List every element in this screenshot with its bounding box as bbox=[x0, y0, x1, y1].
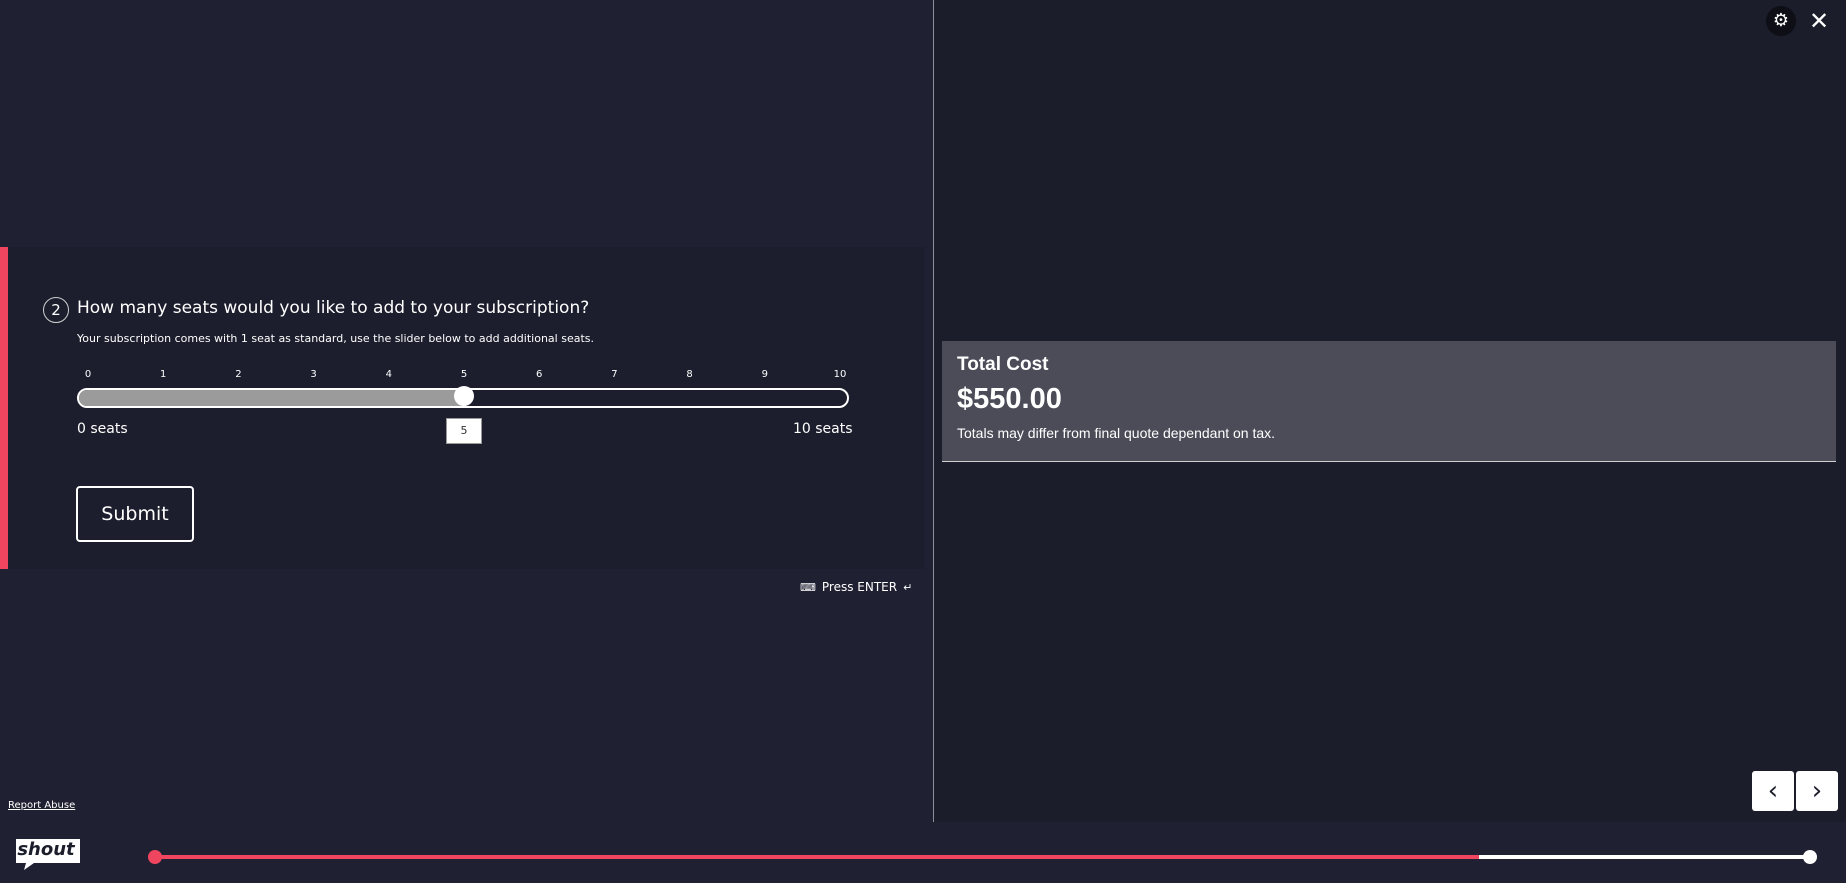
slider-tick-label: 10 bbox=[833, 369, 847, 380]
footer-bar: shout bbox=[0, 821, 1846, 883]
slider-tick-label: 0 bbox=[84, 369, 92, 380]
gear-icon: ⚙ bbox=[1772, 10, 1790, 31]
settings-button[interactable]: ⚙ bbox=[1766, 6, 1796, 36]
report-abuse-link[interactable]: Report Abuse bbox=[8, 800, 75, 811]
submit-button[interactable]: Submit bbox=[76, 486, 194, 542]
slider-tick-label: 4 bbox=[385, 369, 392, 380]
progress-track bbox=[155, 855, 1810, 859]
question-description: Your subscription comes with 1 seat as s… bbox=[77, 332, 594, 345]
total-cost-card: Total Cost $550.00 Totals may differ fro… bbox=[942, 341, 1836, 462]
total-cost-note: Totals may differ from final quote depen… bbox=[957, 425, 1276, 441]
slider-tick-label: 9 bbox=[761, 369, 768, 380]
seats-slider-thumb[interactable] bbox=[454, 386, 474, 406]
chevron-left-icon: ‹ bbox=[1767, 776, 1779, 806]
slider-tick-label: 5 bbox=[460, 369, 468, 380]
keyboard-icon: ⌨ bbox=[800, 580, 816, 594]
slider-tick-label: 8 bbox=[686, 369, 693, 380]
chevron-right-icon: › bbox=[1811, 776, 1823, 806]
previous-question-button[interactable]: ‹ bbox=[1752, 771, 1794, 811]
slider-tick-label: 2 bbox=[235, 369, 242, 380]
next-question-button[interactable]: › bbox=[1796, 771, 1838, 811]
total-cost-title: Total Cost bbox=[957, 354, 1049, 375]
slider-tick-label: 3 bbox=[310, 369, 317, 380]
progress-end-dot bbox=[1803, 850, 1817, 864]
slider-tick-label: 7 bbox=[611, 369, 618, 380]
progress-start-dot bbox=[148, 850, 162, 864]
slider-value-box: 5 bbox=[446, 418, 482, 444]
slider-max-label: 10 seats bbox=[793, 421, 853, 437]
close-icon: ✕ bbox=[1808, 7, 1830, 35]
progress-fill bbox=[155, 855, 1479, 859]
logo-text: shout bbox=[17, 839, 75, 860]
question-number: 2 bbox=[43, 297, 69, 323]
press-enter-label: Press ENTER bbox=[821, 580, 898, 594]
slider-min-label: 0 seats bbox=[77, 421, 128, 437]
seats-slider-fill bbox=[79, 390, 466, 406]
slider-tick-label: 1 bbox=[160, 369, 167, 380]
slider-tick-labels: 0 1 2 3 4 5 6 7 8 9 10 bbox=[78, 369, 848, 383]
slider-tick-label: 6 bbox=[536, 369, 543, 380]
close-button[interactable]: ✕ bbox=[1804, 6, 1834, 36]
question-pane: 2 How many seats would you like to add t… bbox=[0, 0, 932, 822]
total-cost-amount: $550.00 bbox=[957, 383, 1062, 415]
enter-key-icon: ↵ bbox=[903, 580, 913, 594]
question-accent-bar bbox=[0, 247, 8, 569]
question-title: How many seats would you like to add to … bbox=[77, 298, 590, 318]
press-enter-hint: ⌨ Press ENTER ↵ bbox=[800, 580, 912, 594]
